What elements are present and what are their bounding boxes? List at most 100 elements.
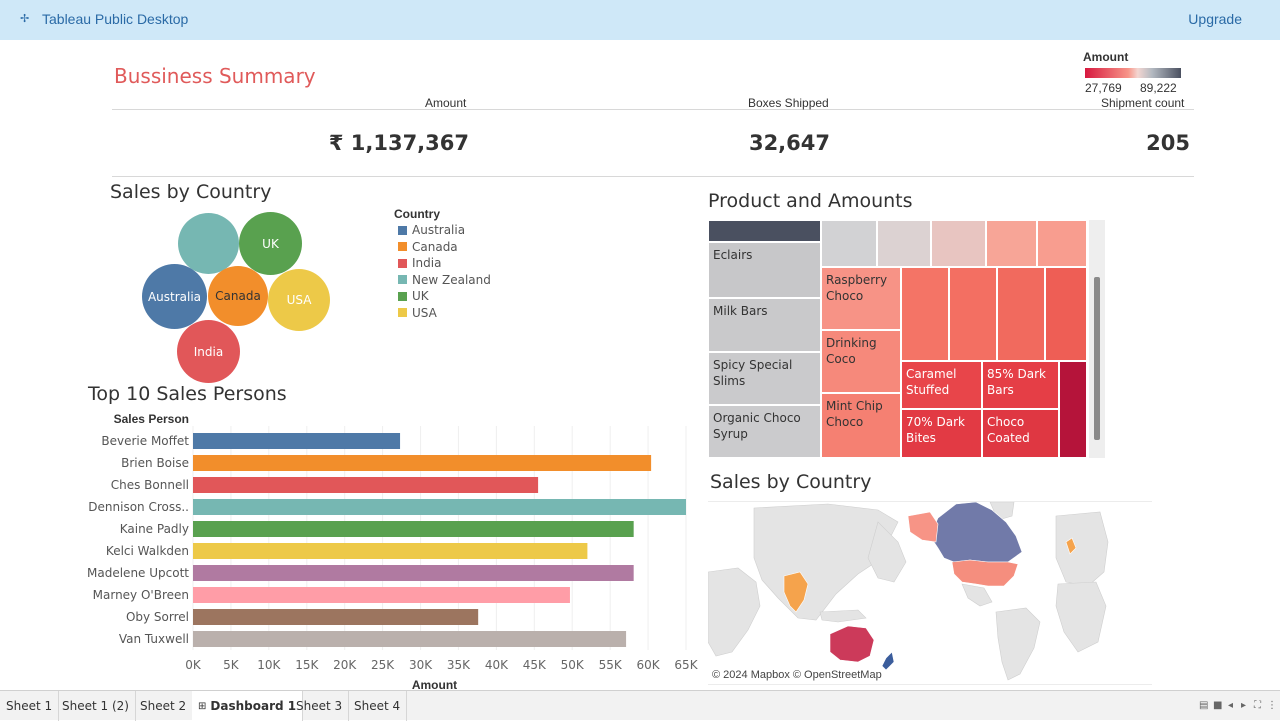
expand-icon[interactable]: ⛶ xyxy=(1254,700,1261,711)
treemap-cell[interactable] xyxy=(877,220,931,267)
x-tick-label: 15K xyxy=(295,658,319,672)
amount-color-ramp[interactable] xyxy=(1085,68,1181,78)
treemap-cell-milk-bars[interactable]: Milk Bars xyxy=(708,298,821,352)
y-axis-title: Sales Person xyxy=(114,412,189,426)
legend-swatch xyxy=(398,258,407,268)
legend-item-canada[interactable]: Canada xyxy=(398,239,491,256)
grid-view-icon[interactable]: ▤ xyxy=(1199,700,1208,711)
treemap-cell[interactable] xyxy=(997,267,1045,361)
map-land-west-africa xyxy=(1055,581,1107,653)
next-tab-icon[interactable]: ▸ xyxy=(1241,700,1246,711)
tab-dashboard-1[interactable]: ⊞ Dashboard 1 xyxy=(192,691,304,721)
bar[interactable] xyxy=(193,609,479,625)
legend-item-uk[interactable]: UK xyxy=(398,288,491,305)
amount-legend-max: 89,222 xyxy=(1140,81,1177,95)
tab-sheet-1[interactable]: Sheet 1 xyxy=(0,691,60,721)
treemap-cell-raspberry-choco[interactable]: Raspberry Choco xyxy=(821,267,901,330)
treemap-cell-choco-coated[interactable]: Choco Coated xyxy=(982,409,1059,458)
map-land-indonesia xyxy=(819,609,867,623)
y-category-label: Van Tuxwell xyxy=(119,632,189,646)
treemap-cell[interactable] xyxy=(1045,267,1087,361)
treemap-cell[interactable] xyxy=(931,220,986,267)
bar[interactable] xyxy=(193,477,539,493)
prev-tab-icon[interactable]: ◂ xyxy=(1228,700,1233,711)
x-tick-label: 35K xyxy=(447,658,471,672)
dashboard-canvas: Bussiness Summary Amount Boxes Shipped S… xyxy=(0,40,1280,690)
tab-sheet-2[interactable]: Sheet 2 xyxy=(134,691,194,721)
bar[interactable] xyxy=(193,543,588,559)
map-title: Sales by Country xyxy=(710,471,872,493)
world-map[interactable] xyxy=(708,502,1152,684)
more-icon[interactable]: ⋮ xyxy=(1267,700,1277,711)
sheet-tab-bar: Sheet 1 Sheet 1 (2) Sheet 2 ⊞ Dashboard 1… xyxy=(0,690,1280,721)
map-country-australia xyxy=(829,625,875,663)
treemap-cell[interactable] xyxy=(901,267,949,361)
legend-swatch xyxy=(398,225,407,235)
tab-sheet-3[interactable]: Sheet 3 xyxy=(290,691,350,721)
sales-person-bar-chart: Sales Person 0K 5K 10K 15K 20K 25K 30K 35K 40K 45K… xyxy=(87,412,699,690)
kpi-shipments-label: Shipment count xyxy=(1101,96,1185,110)
y-category-label: Madelene Upcott xyxy=(87,566,189,580)
treemap-cell-organic-choco-syrup[interactable]: Organic Choco Syrup xyxy=(708,405,821,458)
treemap-cell[interactable] xyxy=(1059,361,1087,458)
bar[interactable] xyxy=(193,455,652,471)
y-category-label: Oby Sorrel xyxy=(126,610,189,624)
treemap-cell-top-dark[interactable] xyxy=(708,220,821,242)
legend-item-australia[interactable]: Australia xyxy=(398,222,491,239)
tab-sheet-4[interactable]: Sheet 4 xyxy=(348,691,408,721)
map-land-europe xyxy=(1055,511,1109,587)
treemap-cell[interactable] xyxy=(821,220,877,267)
y-category-label: Kaine Padly xyxy=(120,522,189,536)
treemap-cell-70-dark-bites[interactable]: 70% Dark Bites xyxy=(901,409,982,458)
treemap-cell-85-dark-bars[interactable]: 85% Dark Bars xyxy=(982,361,1059,409)
map-bottom-divider xyxy=(708,684,1152,685)
legend-swatch xyxy=(398,275,407,285)
x-tick-label: 45K xyxy=(523,658,547,672)
kpi-boxes-value: 32,647 xyxy=(748,131,830,155)
bubble-australia[interactable]: Australia xyxy=(142,264,207,329)
treemap-cell[interactable] xyxy=(986,220,1037,267)
x-tick-label: 0K xyxy=(185,658,202,672)
country-legend-title: Country xyxy=(394,207,440,221)
x-tick-label: 25K xyxy=(371,658,395,672)
x-tick-label: 30K xyxy=(409,658,433,672)
bar[interactable] xyxy=(193,587,570,603)
map-country-mexico xyxy=(961,583,993,607)
y-category-label: Dennison Cross.. xyxy=(88,500,189,514)
bubble-uk[interactable]: UK xyxy=(239,212,302,275)
legend-item-india[interactable]: India xyxy=(398,255,491,272)
legend-item-new-zealand[interactable]: New Zealand xyxy=(398,272,491,289)
treemap-cell-spicy-special-slims[interactable]: Spicy Special Slims xyxy=(708,352,821,405)
upgrade-link[interactable]: Upgrade xyxy=(1188,11,1242,27)
treemap-scrollbar[interactable] xyxy=(1089,220,1105,458)
bubble-usa[interactable]: USA xyxy=(268,269,330,331)
treemap-cell[interactable] xyxy=(949,267,997,361)
treemap-cell-drinking-coco[interactable]: Drinking Coco xyxy=(821,330,901,393)
kpi-amount-value: ₹ 1,137,367 xyxy=(328,131,469,155)
treemap-cell-caramel-stuffed[interactable]: Caramel Stuffed xyxy=(901,361,982,409)
treemap-cell[interactable] xyxy=(1037,220,1087,267)
bar[interactable] xyxy=(193,565,634,581)
treemap-cell-mint-chip-choco[interactable]: Mint Chip Choco xyxy=(821,393,901,458)
kpi-boxes-label: Boxes Shipped xyxy=(748,96,829,110)
bar[interactable] xyxy=(193,631,627,647)
treemap-scrollbar-thumb[interactable] xyxy=(1094,277,1100,440)
y-category-label: Marney O'Breen xyxy=(93,588,189,602)
bar[interactable] xyxy=(193,521,634,537)
bubble-chart-title: Sales by Country xyxy=(110,181,272,203)
map-attribution[interactable]: © 2024 Mapbox © OpenStreetMap xyxy=(712,669,882,681)
treemap-cell-eclairs[interactable]: Eclairs xyxy=(708,242,821,298)
bar[interactable] xyxy=(193,433,401,449)
y-category-label: Beverie Moffet xyxy=(101,434,189,448)
legend-swatch xyxy=(398,242,407,252)
legend-item-usa[interactable]: USA xyxy=(398,305,491,322)
bubble-india[interactable]: India xyxy=(177,320,240,383)
map-land-south-america xyxy=(995,607,1041,681)
tab-sheet-1-2[interactable]: Sheet 1 (2) xyxy=(56,691,136,721)
x-tick-label: 65K xyxy=(674,658,698,672)
bubble-canada[interactable]: Canada xyxy=(208,266,268,326)
legend-swatch xyxy=(398,308,407,318)
bar[interactable] xyxy=(193,499,686,515)
bubble-new-zealand[interactable] xyxy=(178,213,239,274)
filmstrip-view-icon[interactable]: ■ xyxy=(1213,700,1222,711)
